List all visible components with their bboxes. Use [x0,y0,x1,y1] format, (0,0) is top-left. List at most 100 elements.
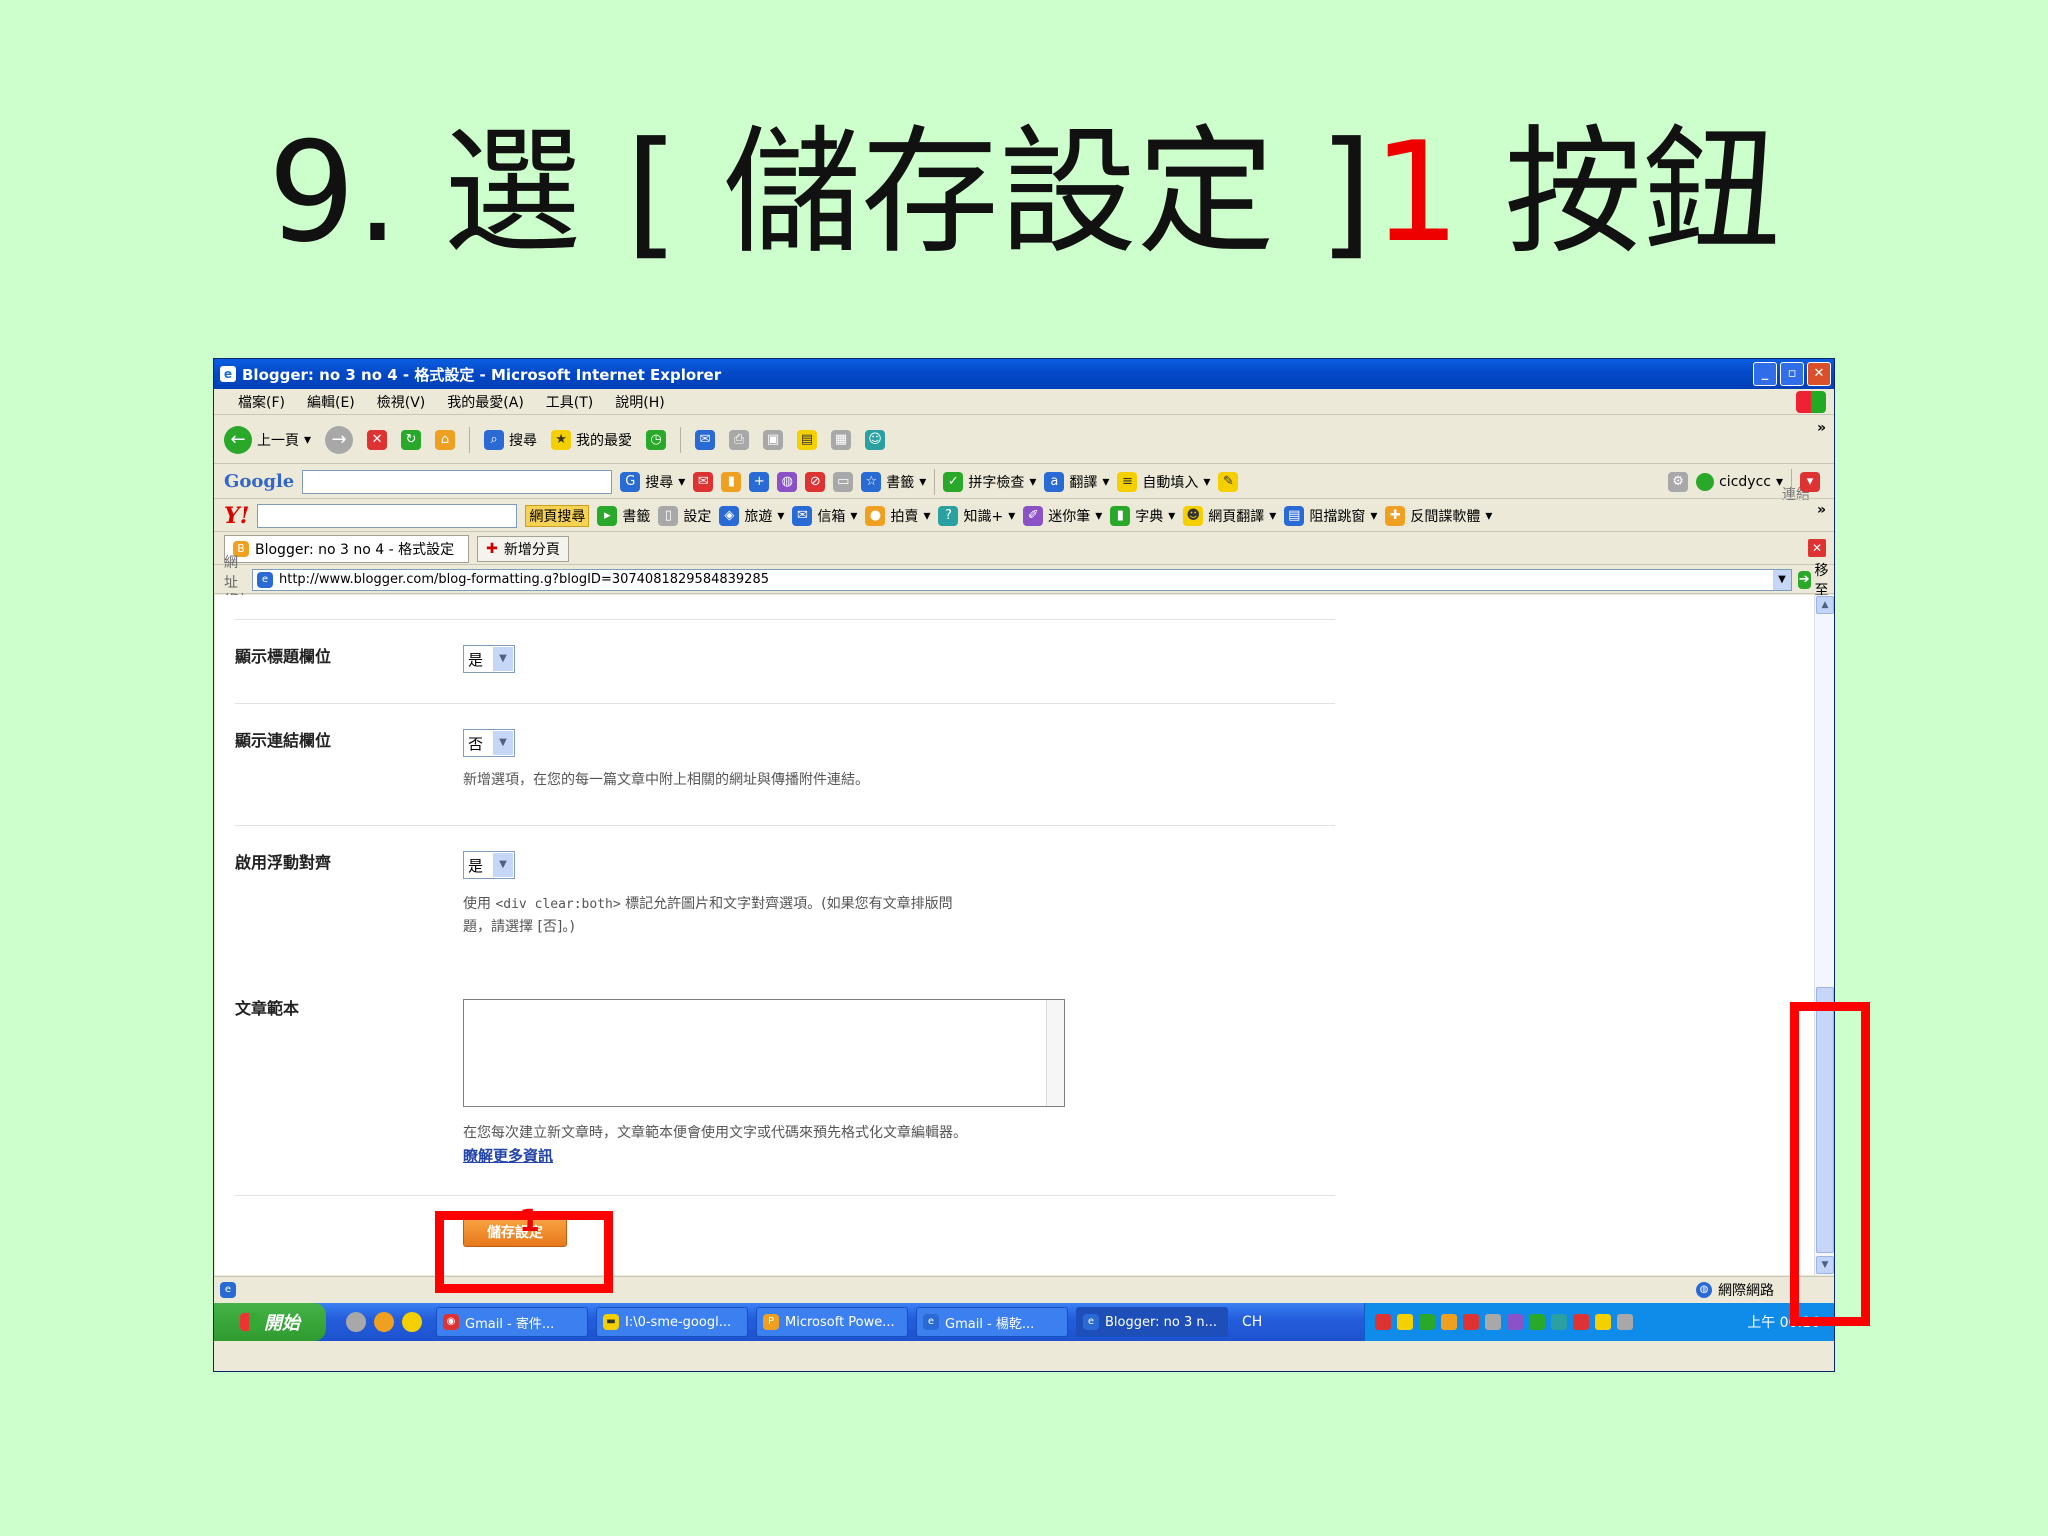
yahoo-item-dictionary[interactable]: ▮ 字典 ▾ [1110,505,1175,526]
address-input[interactable]: e http://www.blogger.com/blog-formatting… [252,568,1792,591]
back-button[interactable]: ← 上一頁 ▾ [224,425,311,454]
chevron-down-icon[interactable]: ▼ [1773,569,1791,590]
show-link-select[interactable]: 否 ▼ [463,729,515,757]
home-icon[interactable]: ⌂ [435,429,456,450]
history-icon[interactable]: ◷ [646,429,667,450]
task-gmail-yang[interactable]: e Gmail - 楊乾... [916,1307,1068,1337]
chevron-right-icon[interactable]: » [1817,420,1826,436]
yahoo-item-auction[interactable]: ● 拍賣 ▾ [865,505,930,526]
menu-help[interactable]: 說明(H) [615,392,664,412]
edit-icon[interactable]: ▣ [763,429,784,450]
tray-icon[interactable] [1397,1314,1413,1330]
autofill-button[interactable]: ≡ 自動填入 ▾ [1117,471,1210,492]
google-account[interactable]: cicdycc ▾ [1696,472,1783,491]
yahoo-item-mail[interactable]: ✉ 信箱 ▾ [792,505,857,526]
start-button[interactable]: 開始 [214,1303,326,1341]
yahoo-search-input[interactable] [257,503,518,528]
print-icon[interactable]: ⎙ [729,429,750,450]
toolbar-separator [934,468,936,495]
tray-icon[interactable] [1441,1314,1457,1330]
tray-icon[interactable] [1485,1314,1501,1330]
popup-blocker-icon[interactable]: ⊘ [805,471,826,492]
spellcheck-button[interactable]: ✓ 拼字檢查 ▾ [943,471,1036,492]
go-button[interactable]: ➔ 移至 [1798,560,1834,600]
yahoo-logo[interactable]: Y! [224,503,249,529]
task-powerpoint[interactable]: P Microsoft Powe... [756,1307,908,1337]
yahoo-item-travel[interactable]: ◈ 旅遊 ▾ [719,505,784,526]
window-icon[interactable]: ▭ [833,471,854,492]
task-gmail-sent[interactable]: ◉ Gmail - 寄件... [436,1307,588,1337]
close-button[interactable]: ✕ [1807,362,1831,386]
gmail-icon[interactable]: ✉ [693,471,714,492]
mail-icon[interactable]: ✉ [695,429,716,450]
task-folder[interactable]: ▬ I:\0-sme-googl... [596,1307,748,1337]
tray-icon[interactable] [1529,1314,1545,1330]
tray-icon[interactable] [1595,1314,1611,1330]
language-indicator[interactable]: CH [1242,1314,1262,1330]
menu-favorites[interactable]: 我的最愛(A) [447,392,524,412]
quick-launch-icon[interactable] [402,1312,422,1332]
yahoo-item-settings[interactable]: ▯ 設定 [658,505,711,526]
pen-icon: ✐ [1023,505,1044,526]
star-icon: ★ [551,429,572,450]
menu-file[interactable]: 檔案(F) [238,392,285,412]
tray-icon[interactable] [1463,1314,1479,1330]
windows-logo-icon [240,1313,258,1331]
tray-icon[interactable] [1573,1314,1589,1330]
window-title: Blogger: no 3 no 4 - 格式設定 - Microsoft In… [242,365,722,384]
yahoo-item-minipen[interactable]: ✐ 迷你筆 ▾ [1023,505,1102,526]
textarea-scrollbar[interactable] [1046,1000,1064,1106]
refresh-icon[interactable]: ↻ [401,429,422,450]
forward-arrow-icon[interactable]: → [325,425,354,454]
menu-tools[interactable]: 工具(T) [546,392,593,412]
quick-launch-icon[interactable] [346,1312,366,1332]
minimize-button[interactable]: _ [1753,362,1777,386]
google-bookmarks-button[interactable]: ☆ 書籤 ▾ [861,471,926,492]
new-tab-button[interactable]: ✚ 新增分頁 [477,535,569,562]
messenger-icon[interactable]: ☺ [865,429,886,450]
translate-face-icon: ☻ [1183,505,1204,526]
learn-more-link[interactable]: 瞭解更多資訊 [463,1145,553,1166]
menu-edit[interactable]: 編輯(E) [307,392,355,412]
close-tab-icon[interactable]: ✕ [1808,539,1826,557]
post-template-textarea[interactable] [463,999,1065,1107]
yahoo-item-antispyware[interactable]: ✚ 反間諜軟體 ▾ [1385,505,1492,526]
translate-button[interactable]: a 翻譯 ▾ [1044,471,1109,492]
yahoo-web-search-button[interactable]: 網頁搜尋 [525,504,590,527]
search-button[interactable]: ⌕ 搜尋 [484,429,537,450]
wrench-icon[interactable]: ⚙ [1668,471,1689,492]
yahoo-item-bookmarks[interactable]: ▸ 書籤 [597,505,650,526]
title-step-number: 1 [1372,112,1461,273]
yahoo-item-popup-blocker[interactable]: ▤ 阻擋跳窗 ▾ [1284,505,1377,526]
quick-launch-icon[interactable] [374,1312,394,1332]
research-icon[interactable]: ▦ [831,429,852,450]
task-blogger[interactable]: e Blogger: no 3 n... [1076,1307,1228,1337]
favorites-button[interactable]: ★ 我的最愛 [551,429,632,450]
google-search-input[interactable] [302,469,613,494]
show-title-label: 顯示標題欄位 [235,647,332,666]
windows-flag-icon [1796,391,1826,413]
scroll-up-icon[interactable]: ▲ [1816,596,1834,614]
pagerank-icon[interactable]: ▮ [721,471,742,492]
chevron-right-icon[interactable]: » [1817,502,1826,518]
highlighter-icon[interactable]: ✎ [1218,471,1239,492]
title-bar[interactable]: e Blogger: no 3 no 4 - 格式設定 - Microsoft … [214,359,1834,389]
tray-icon[interactable] [1617,1314,1633,1330]
tray-icon[interactable] [1375,1314,1391,1330]
google-search-button[interactable]: G 搜尋 ▾ [620,471,685,492]
show-title-select[interactable]: 是 ▼ [463,645,515,673]
yahoo-item-translate[interactable]: ☻ 網頁翻譯 ▾ [1183,505,1276,526]
tab-blogger[interactable]: B Blogger: no 3 no 4 - 格式設定 [224,534,470,563]
note-icon[interactable]: ▤ [797,429,818,450]
float-align-select[interactable]: 是 ▼ [463,851,515,879]
google-plus-icon[interactable]: + [749,471,770,492]
tray-icon[interactable] [1551,1314,1567,1330]
yahoo-item-knowledge[interactable]: ? 知識+ ▾ [938,505,1015,526]
pdf-icon[interactable]: ▾ [1800,471,1820,492]
menu-view[interactable]: 檢視(V) [377,392,426,412]
globe-icon[interactable]: ◍ [777,471,798,492]
restore-button[interactable]: ▫ [1780,362,1804,386]
stop-icon[interactable]: ✕ [367,429,388,450]
tray-icon[interactable] [1507,1314,1523,1330]
tray-icon[interactable] [1419,1314,1435,1330]
